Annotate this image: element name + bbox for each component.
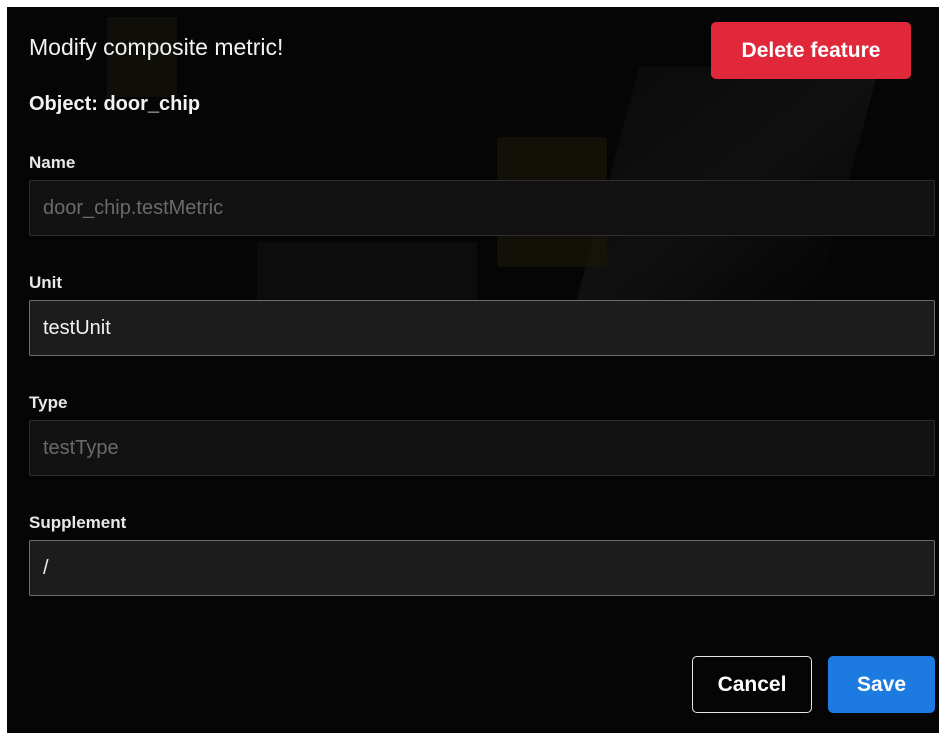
dialog-title: Modify composite metric!	[29, 34, 284, 60]
type-field: testType	[29, 420, 935, 476]
delete-feature-button[interactable]: Delete feature	[711, 22, 911, 79]
unit-field[interactable]: testUnit	[29, 300, 935, 356]
object-name: Object: door_chip	[29, 93, 201, 115]
background-shape	[257, 242, 477, 302]
name-label: Name	[29, 153, 76, 172]
unit-label: Unit	[29, 273, 63, 292]
type-label: Type	[29, 393, 68, 412]
supplement-field[interactable]: /	[29, 540, 935, 596]
name-field: door_chip.testMetric	[29, 180, 935, 236]
modify-metric-dialog: Modify composite metric! Object: door_ch…	[7, 7, 939, 733]
cancel-button[interactable]: Cancel	[692, 656, 812, 713]
supplement-label: Supplement	[29, 513, 127, 532]
save-button[interactable]: Save	[828, 656, 935, 713]
